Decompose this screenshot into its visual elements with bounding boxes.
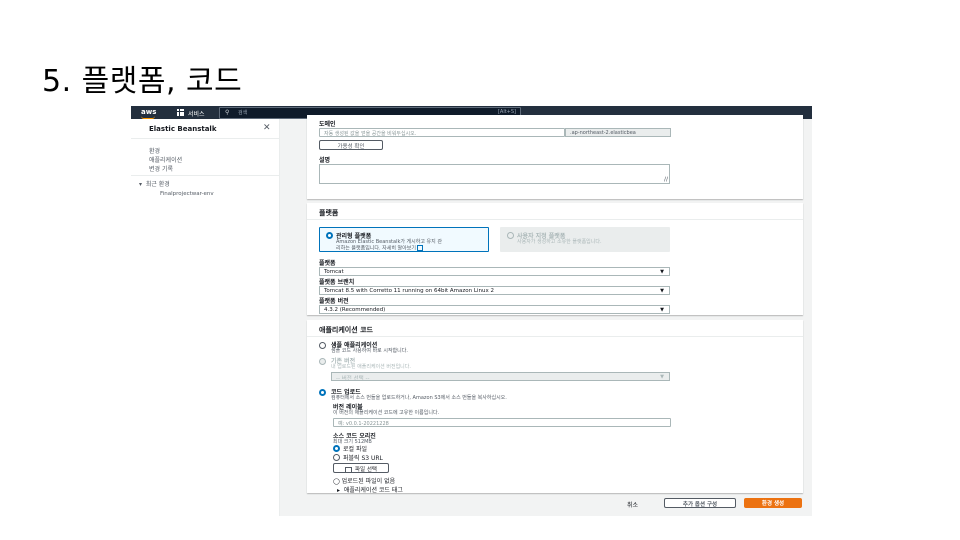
platform-version-select[interactable]: 4.3.2 (Recommended) ▼ bbox=[319, 305, 670, 314]
cancel-button[interactable]: 취소 bbox=[627, 500, 638, 509]
main-content: 도메인 자동 생성된 값을 얻을 공간을 비워두십시오. .ap-northea… bbox=[307, 115, 803, 516]
caret-down-icon: ▾ bbox=[139, 181, 143, 188]
caret-down-icon: ▼ bbox=[660, 307, 664, 313]
s3-url-radio[interactable] bbox=[333, 454, 340, 461]
managed-platform-card[interactable]: 관리형 플랫폼 Amazon Elastic Beanstalk가 게시하고 유… bbox=[319, 227, 489, 252]
sidebar-item-recent-env[interactable]: Finalprojectwar-env bbox=[160, 191, 214, 197]
sidebar-item-change-history[interactable]: 변경 기록 bbox=[149, 164, 173, 173]
console-screenshot: aws 서비스 ⚲ 검색 [Alt+S] Elastic Beanstalk ✕… bbox=[131, 106, 812, 516]
sidebar-recent-section[interactable]: ▾ 최근 환경 bbox=[139, 179, 170, 188]
no-file-status: ◯ 업로드된 파일이 없음 bbox=[333, 476, 395, 485]
custom-platform-card[interactable]: 사용자 지정 플랫폼 사용자가 생성하고 소유한 플랫폼입니다. bbox=[500, 227, 670, 252]
search-icon: ⚲ bbox=[225, 109, 230, 116]
slide-title: 5. 플랫폼, 코드 bbox=[42, 64, 243, 99]
platform-branch-select[interactable]: Tomcat 8.5 with Corretto 11 running on 6… bbox=[319, 286, 670, 295]
platform-version-value: 4.3.2 (Recommended) bbox=[324, 307, 386, 313]
configure-more-options-button[interactable]: 추가 옵션 구성 bbox=[664, 498, 736, 508]
custom-platform-radio[interactable] bbox=[507, 232, 514, 239]
sidebar-item-environments[interactable]: 환경 bbox=[149, 146, 160, 155]
aws-logo[interactable]: aws bbox=[141, 108, 157, 119]
caret-down-icon: ▼ bbox=[660, 374, 664, 380]
domain-input[interactable]: 자동 생성된 값을 얻을 공간을 비워두십시오. bbox=[319, 128, 565, 137]
caret-down-icon: ▼ bbox=[660, 269, 664, 275]
section-divider bbox=[307, 336, 803, 337]
sidebar-divider bbox=[131, 138, 279, 139]
description-label: 설명 bbox=[319, 157, 331, 164]
description-textarea[interactable]: ∕∕ bbox=[319, 164, 670, 184]
platform-label: 플랫폼 bbox=[319, 260, 336, 267]
existing-version-select-value: -- 버전 선택 -- bbox=[336, 376, 370, 382]
choose-file-button[interactable]: 파일 선택 bbox=[333, 463, 389, 473]
sample-application-radio[interactable] bbox=[319, 342, 326, 349]
sample-application-desc: 샘플 코드 사용하여 바로 시작합니다. bbox=[331, 348, 408, 354]
upload-code-desc: 컴퓨터에서 소스 번들을 업로드하거나, Amazon S3에서 소스 번들을 … bbox=[331, 395, 507, 401]
resize-handle-icon[interactable]: ∕∕ bbox=[664, 176, 668, 183]
status-info-icon: ◯ bbox=[333, 478, 340, 485]
existing-version-desc: 내 업로드된 애플리케이션 버전입니다. bbox=[331, 364, 411, 370]
existing-version-radio[interactable] bbox=[319, 358, 326, 365]
platform-branch-value: Tomcat 8.5 with Corretto 11 running on 6… bbox=[324, 288, 494, 294]
recent-environments-label: 최근 환경 bbox=[145, 181, 170, 188]
application-code-section-title: 애플리케이션 코드 bbox=[319, 326, 373, 334]
search-placeholder: 검색 bbox=[238, 110, 248, 116]
sidebar-title[interactable]: Elastic Beanstalk bbox=[149, 125, 216, 133]
app-code-tags-toggle[interactable]: ▸ 애플리케이션 코드 태그 bbox=[337, 485, 403, 494]
custom-platform-desc: 사용자가 생성하고 소유한 플랫폼입니다. bbox=[517, 239, 602, 245]
services-menu[interactable]: 서비스 bbox=[188, 109, 205, 118]
check-availability-button[interactable]: 가용성 확인 bbox=[319, 140, 383, 150]
local-file-label: 로컬 파일 bbox=[343, 446, 367, 453]
local-file-radio[interactable] bbox=[333, 445, 340, 452]
version-label-desc: 이 버전의 애플리케이션 코드에 고유한 이름입니다. bbox=[333, 410, 440, 416]
section-divider bbox=[307, 219, 803, 220]
platform-panel: 플랫폼 관리형 플랫폼 Amazon Elastic Beanstalk가 게시… bbox=[307, 203, 803, 315]
caret-down-icon: ▼ bbox=[660, 288, 664, 294]
aws-logo-text: aws bbox=[141, 108, 157, 116]
platform-section-title: 플랫폼 bbox=[319, 209, 339, 217]
caret-right-icon: ▸ bbox=[337, 487, 341, 494]
sidebar-divider bbox=[131, 175, 279, 176]
application-code-panel: 애플리케이션 코드 샘플 애플리케이션 샘플 코드 사용하여 바로 시작합니다.… bbox=[307, 320, 803, 494]
managed-platform-desc-2: 리하는 플랫폼입니다. 자세히 알아보기 bbox=[336, 245, 423, 252]
existing-version-select[interactable]: -- 버전 선택 -- ▼ bbox=[331, 372, 670, 382]
s3-url-label: 퍼블릭 S3 URL bbox=[343, 455, 383, 462]
version-label-input[interactable]: 예: v0.0.1-20221228 bbox=[333, 418, 671, 427]
sidebar: Elastic Beanstalk ✕ 환경 애플리케이션 변경 기록 ▾ 최근… bbox=[131, 119, 280, 516]
sidebar-item-applications[interactable]: 애플리케이션 bbox=[149, 155, 182, 164]
domain-panel: 도메인 자동 생성된 값을 얻을 공간을 비워두십시오. .ap-northea… bbox=[307, 115, 803, 199]
close-icon[interactable]: ✕ bbox=[263, 123, 271, 133]
upload-icon bbox=[345, 466, 352, 473]
no-file-text: 업로드된 파일이 없음 bbox=[341, 478, 396, 485]
managed-platform-desc-2-text: 리하는 플랫폼입니다. 자세히 알아보기 bbox=[336, 245, 416, 252]
platform-branch-label: 플랫폼 브랜치 bbox=[319, 279, 355, 286]
platform-select[interactable]: Tomcat ▼ bbox=[319, 267, 670, 276]
upload-code-radio[interactable] bbox=[319, 389, 326, 396]
services-grid-icon[interactable] bbox=[177, 109, 184, 116]
external-link-icon[interactable] bbox=[416, 245, 423, 251]
app-code-tags-label: 애플리케이션 코드 태그 bbox=[343, 487, 403, 494]
domain-suffix: .ap-northeast-2.elasticbea bbox=[565, 128, 671, 137]
platform-select-value: Tomcat bbox=[324, 269, 344, 275]
create-environment-button[interactable]: 환경 생성 bbox=[744, 498, 802, 508]
managed-platform-radio[interactable] bbox=[326, 232, 333, 239]
domain-label: 도메인 bbox=[319, 121, 336, 128]
choose-file-label: 파일 선택 bbox=[355, 467, 377, 473]
platform-version-label: 플랫폼 버전 bbox=[319, 298, 349, 305]
